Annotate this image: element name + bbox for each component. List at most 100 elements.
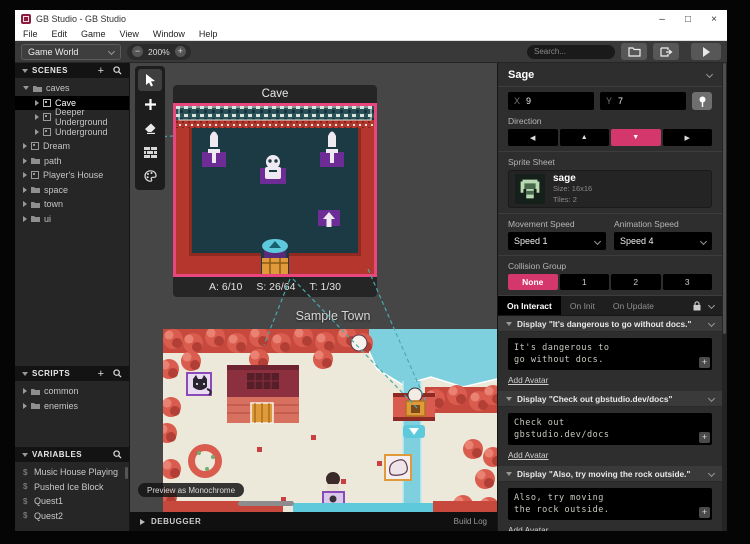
tree-item-players-house[interactable]: Player's House xyxy=(15,168,129,183)
scene-cave-map[interactable] xyxy=(173,103,377,277)
direction-left-button[interactable]: ◀ xyxy=(508,129,558,146)
eraser-tool-button[interactable] xyxy=(138,117,162,139)
inspector-panel: Sage X 9 Y 7 Direction ◀ ▲ ▼ ▶ Sprite Sh… xyxy=(497,63,727,531)
menu-game[interactable]: Game xyxy=(81,29,106,39)
horizontal-scrollbar[interactable] xyxy=(238,501,294,506)
chevron-down-icon xyxy=(707,319,716,328)
speed-section: Movement Speed Speed 1 Animation Speed S… xyxy=(498,214,722,256)
debugger-bar[interactable]: DEBUGGER Build Log xyxy=(130,512,497,531)
dialogue-text-input[interactable]: Also, try moving the rock outside. xyxy=(508,488,712,520)
tab-on-update[interactable]: On Update xyxy=(604,296,663,315)
variable-item[interactable]: $ Pushed Ice Block xyxy=(15,480,129,495)
dialogue-text-input[interactable]: It's dangerous to go without docs. xyxy=(508,338,712,370)
insert-variable-button[interactable]: + xyxy=(699,507,710,518)
tab-on-init[interactable]: On Init xyxy=(561,296,604,315)
collision-3-button[interactable]: 3 xyxy=(662,274,712,290)
add-avatar-link[interactable]: Add Avatar xyxy=(508,450,548,460)
chevron-down-icon xyxy=(593,237,602,245)
sidebar: SCENES + caves Cave Deeper Underground U… xyxy=(15,63,130,531)
tab-on-interact[interactable]: On Interact xyxy=(498,296,561,315)
run-game-button[interactable] xyxy=(691,43,721,60)
add-tool-button[interactable] xyxy=(138,93,162,115)
preview-monochrome-button[interactable]: Preview as Monochrome xyxy=(138,483,245,497)
open-project-folder-button[interactable] xyxy=(621,43,647,60)
minimize-button[interactable]: – xyxy=(649,10,675,28)
dialogue-text-input[interactable]: Check out gbstudio.dev/docs xyxy=(508,413,712,445)
collision-group-buttons: None 1 2 3 xyxy=(508,274,712,290)
actor-header: Sage xyxy=(498,63,722,87)
add-avatar-link[interactable]: Add Avatar xyxy=(508,525,548,531)
search-icon[interactable] xyxy=(113,369,122,378)
scene-icon xyxy=(43,98,51,107)
direction-down-button[interactable]: ▼ xyxy=(611,129,661,146)
collision-none-button[interactable]: None xyxy=(508,274,558,290)
event-header[interactable]: Display "Check out gbstudio.dev/docs" xyxy=(498,391,722,407)
insert-variable-button[interactable]: + xyxy=(699,432,710,443)
search-input[interactable] xyxy=(534,47,608,56)
scene-town-title[interactable]: Sample Town xyxy=(260,309,406,323)
event-header[interactable]: Display "It's dangerous to go without do… xyxy=(498,316,722,332)
view-mode-select[interactable]: Game World xyxy=(21,43,121,60)
insert-variable-button[interactable]: + xyxy=(699,357,710,368)
panel-scrollbar[interactable] xyxy=(722,63,727,531)
scene-cave-title[interactable]: Cave xyxy=(173,85,377,103)
menu-file[interactable]: File xyxy=(23,29,38,39)
collision-tool-button[interactable] xyxy=(138,141,162,163)
chevron-down-icon[interactable] xyxy=(707,301,716,310)
add-scene-button[interactable]: + xyxy=(98,65,104,76)
world-canvas[interactable]: Cave A: 6/10 S: 26/64 T: 1/30 Sample Tow… xyxy=(130,63,497,531)
build-log-link[interactable]: Build Log xyxy=(454,517,487,526)
variables-header[interactable]: VARIABLES xyxy=(15,447,129,462)
x-position-field[interactable]: X 9 xyxy=(508,92,594,110)
scene-cave[interactable]: Cave A: 6/10 S: 26/64 T: 1/30 xyxy=(173,85,377,297)
maximize-button[interactable]: □ xyxy=(675,10,701,28)
lock-icon[interactable] xyxy=(693,300,701,311)
collision-1-button[interactable]: 1 xyxy=(559,274,609,290)
menu-help[interactable]: Help xyxy=(199,29,218,39)
scripts-header[interactable]: SCRIPTS + xyxy=(15,366,129,381)
pin-actor-button[interactable] xyxy=(692,92,712,110)
collision-2-button[interactable]: 2 xyxy=(611,274,661,290)
scrollbar-thumb[interactable] xyxy=(125,467,128,479)
collapsed-icon xyxy=(23,402,27,409)
y-position-field[interactable]: Y 7 xyxy=(600,92,686,110)
scenes-header[interactable]: SCENES + xyxy=(15,63,129,78)
sprite-sheet-select[interactable]: sage Size: 16x16 Tiles: 2 xyxy=(508,170,712,208)
add-avatar-link[interactable]: Add Avatar xyxy=(508,375,548,385)
menu-edit[interactable]: Edit xyxy=(52,29,68,39)
variable-item[interactable]: $ Quest2 xyxy=(15,509,129,524)
add-script-button[interactable]: + xyxy=(98,368,104,379)
variable-item[interactable]: $ Music House Playing xyxy=(15,465,129,480)
tree-item-common[interactable]: common xyxy=(15,384,129,399)
animation-speed-select[interactable]: Speed 4 xyxy=(614,232,712,250)
chevron-down-icon[interactable] xyxy=(705,70,714,79)
tree-item-ui[interactable]: ui xyxy=(15,212,129,227)
colorize-tool-button[interactable] xyxy=(138,165,162,187)
search-icon[interactable] xyxy=(113,66,122,75)
direction-up-button[interactable]: ▲ xyxy=(559,129,609,146)
cave-pixel-art xyxy=(176,106,374,274)
tree-item-town[interactable]: town xyxy=(15,197,129,212)
direction-right-button[interactable]: ▶ xyxy=(662,129,712,146)
close-button[interactable]: × xyxy=(701,10,727,28)
movement-speed-select[interactable]: Speed 1 xyxy=(508,232,606,250)
select-tool-button[interactable] xyxy=(138,69,162,91)
event-header[interactable]: Display "Also, try moving the rock outsi… xyxy=(498,466,722,482)
menu-window[interactable]: Window xyxy=(153,29,185,39)
tree-item-deeper-underground[interactable]: Deeper Underground xyxy=(15,107,129,127)
trigger-count: T: 1/30 xyxy=(309,281,341,293)
expanded-icon xyxy=(23,86,29,91)
tree-item-space[interactable]: space xyxy=(15,183,129,198)
tree-item-path[interactable]: path xyxy=(15,154,129,169)
variable-item[interactable]: $ Quest1 xyxy=(15,494,129,509)
tree-item-caves[interactable]: caves xyxy=(15,81,129,96)
zoom-in-button[interactable]: + xyxy=(174,46,186,57)
export-button[interactable] xyxy=(653,43,679,60)
menu-view[interactable]: View xyxy=(120,29,139,39)
tree-item-dream[interactable]: Dream xyxy=(15,139,129,154)
tree-item-enemies[interactable]: enemies xyxy=(15,399,129,414)
direction-buttons: ◀ ▲ ▼ ▶ xyxy=(508,129,712,146)
collapsed-icon xyxy=(23,157,27,164)
search-icon[interactable] xyxy=(113,450,122,459)
zoom-out-button[interactable]: − xyxy=(132,46,143,57)
